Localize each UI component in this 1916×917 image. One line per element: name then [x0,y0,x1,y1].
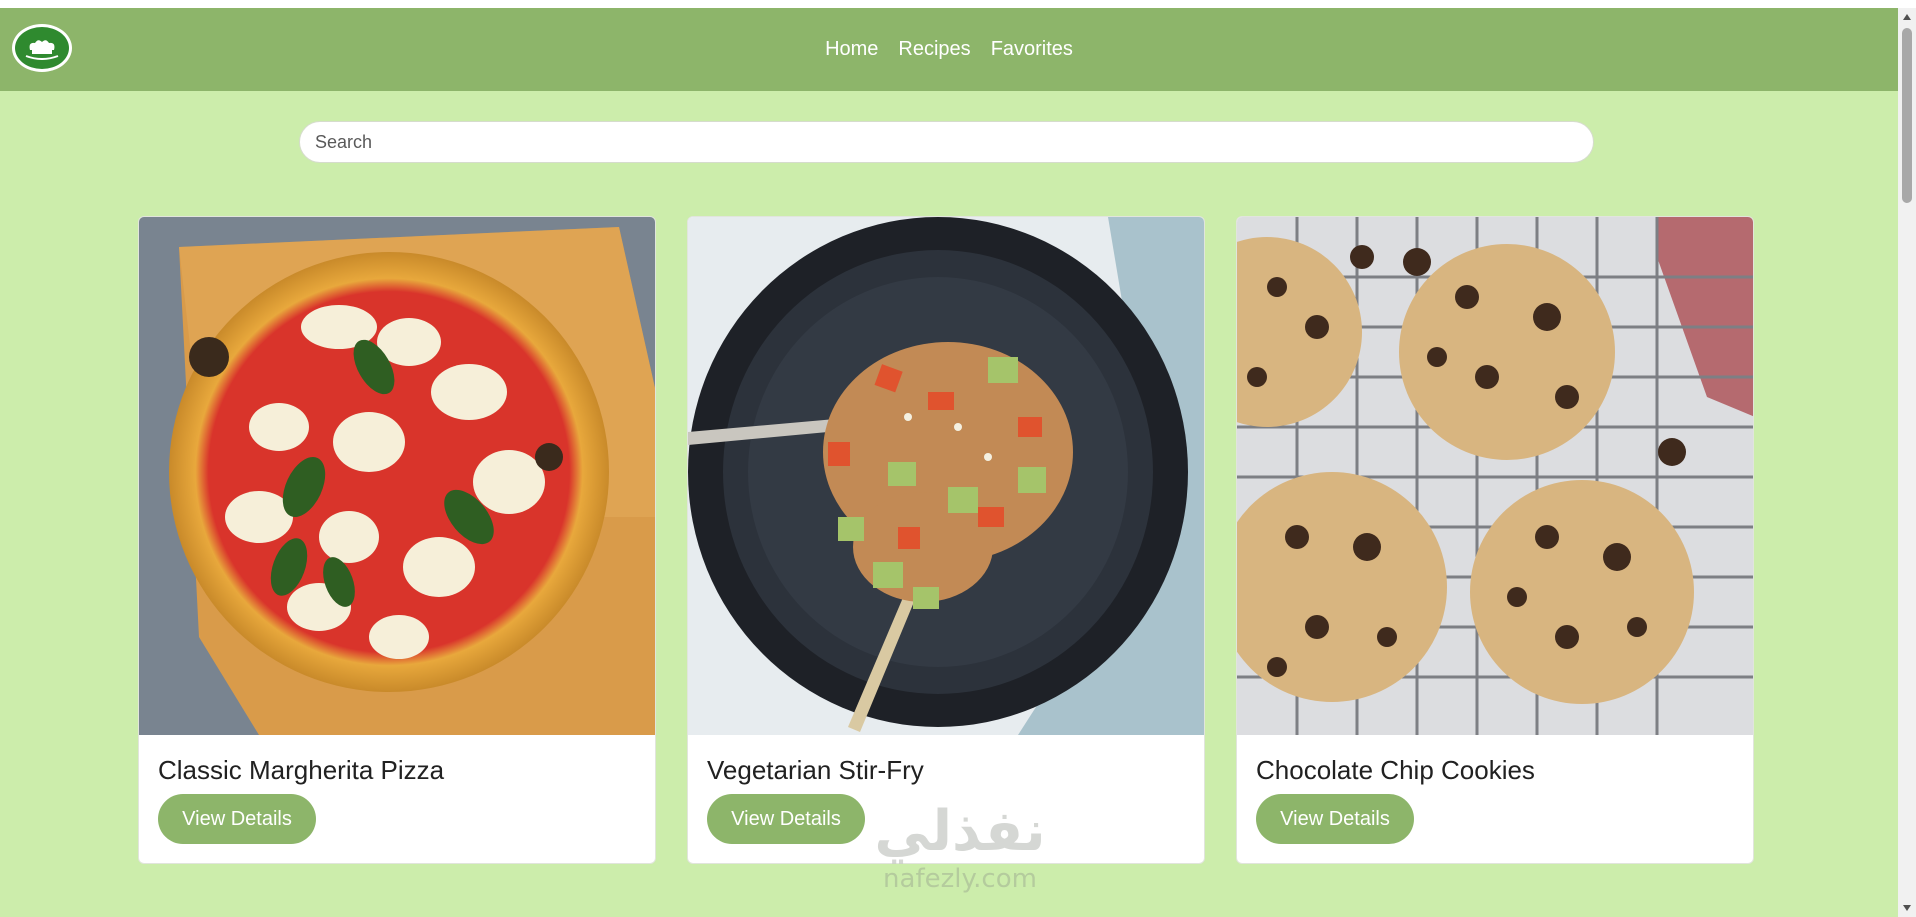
view-details-button[interactable]: View Details [707,794,865,844]
scroll-up-arrow-icon[interactable] [1898,8,1916,26]
nav-link-favorites[interactable]: Favorites [991,38,1073,61]
recipe-title: Vegetarian Stir-Fry [707,755,924,785]
pizza-photo-icon [139,217,655,735]
search-input[interactable] [299,121,1594,163]
vertical-scrollbar[interactable] [1898,8,1916,917]
nav-links: Home Recipes Favorites [0,8,1898,91]
stir-fry-photo-icon [688,217,1204,735]
nav-link-home[interactable]: Home [825,38,878,61]
view-details-button[interactable]: View Details [1256,794,1414,844]
view-details-button[interactable]: View Details [158,794,316,844]
recipe-title: Classic Margherita Pizza [158,755,445,785]
recipe-card-chocolate-chip-cookies: Chocolate Chip Cookies View Details [1236,216,1754,864]
navbar: Home Recipes Favorites [0,8,1898,91]
nav-link-recipes[interactable]: Recipes [898,38,970,61]
recipe-title: Chocolate Chip Cookies [1256,755,1535,785]
recipe-card-margherita-pizza: Classic Margherita Pizza View Details [138,216,656,864]
browser-top-strip [0,0,1916,8]
scrollbar-thumb[interactable] [1902,28,1912,203]
watermark-subtext: nafezly.com [883,864,1037,894]
recipe-card-vegetarian-stir-fry: Vegetarian Stir-Fry View Details [687,216,1205,864]
scroll-down-arrow-icon[interactable] [1898,899,1916,917]
cookies-photo-icon [1237,217,1753,735]
